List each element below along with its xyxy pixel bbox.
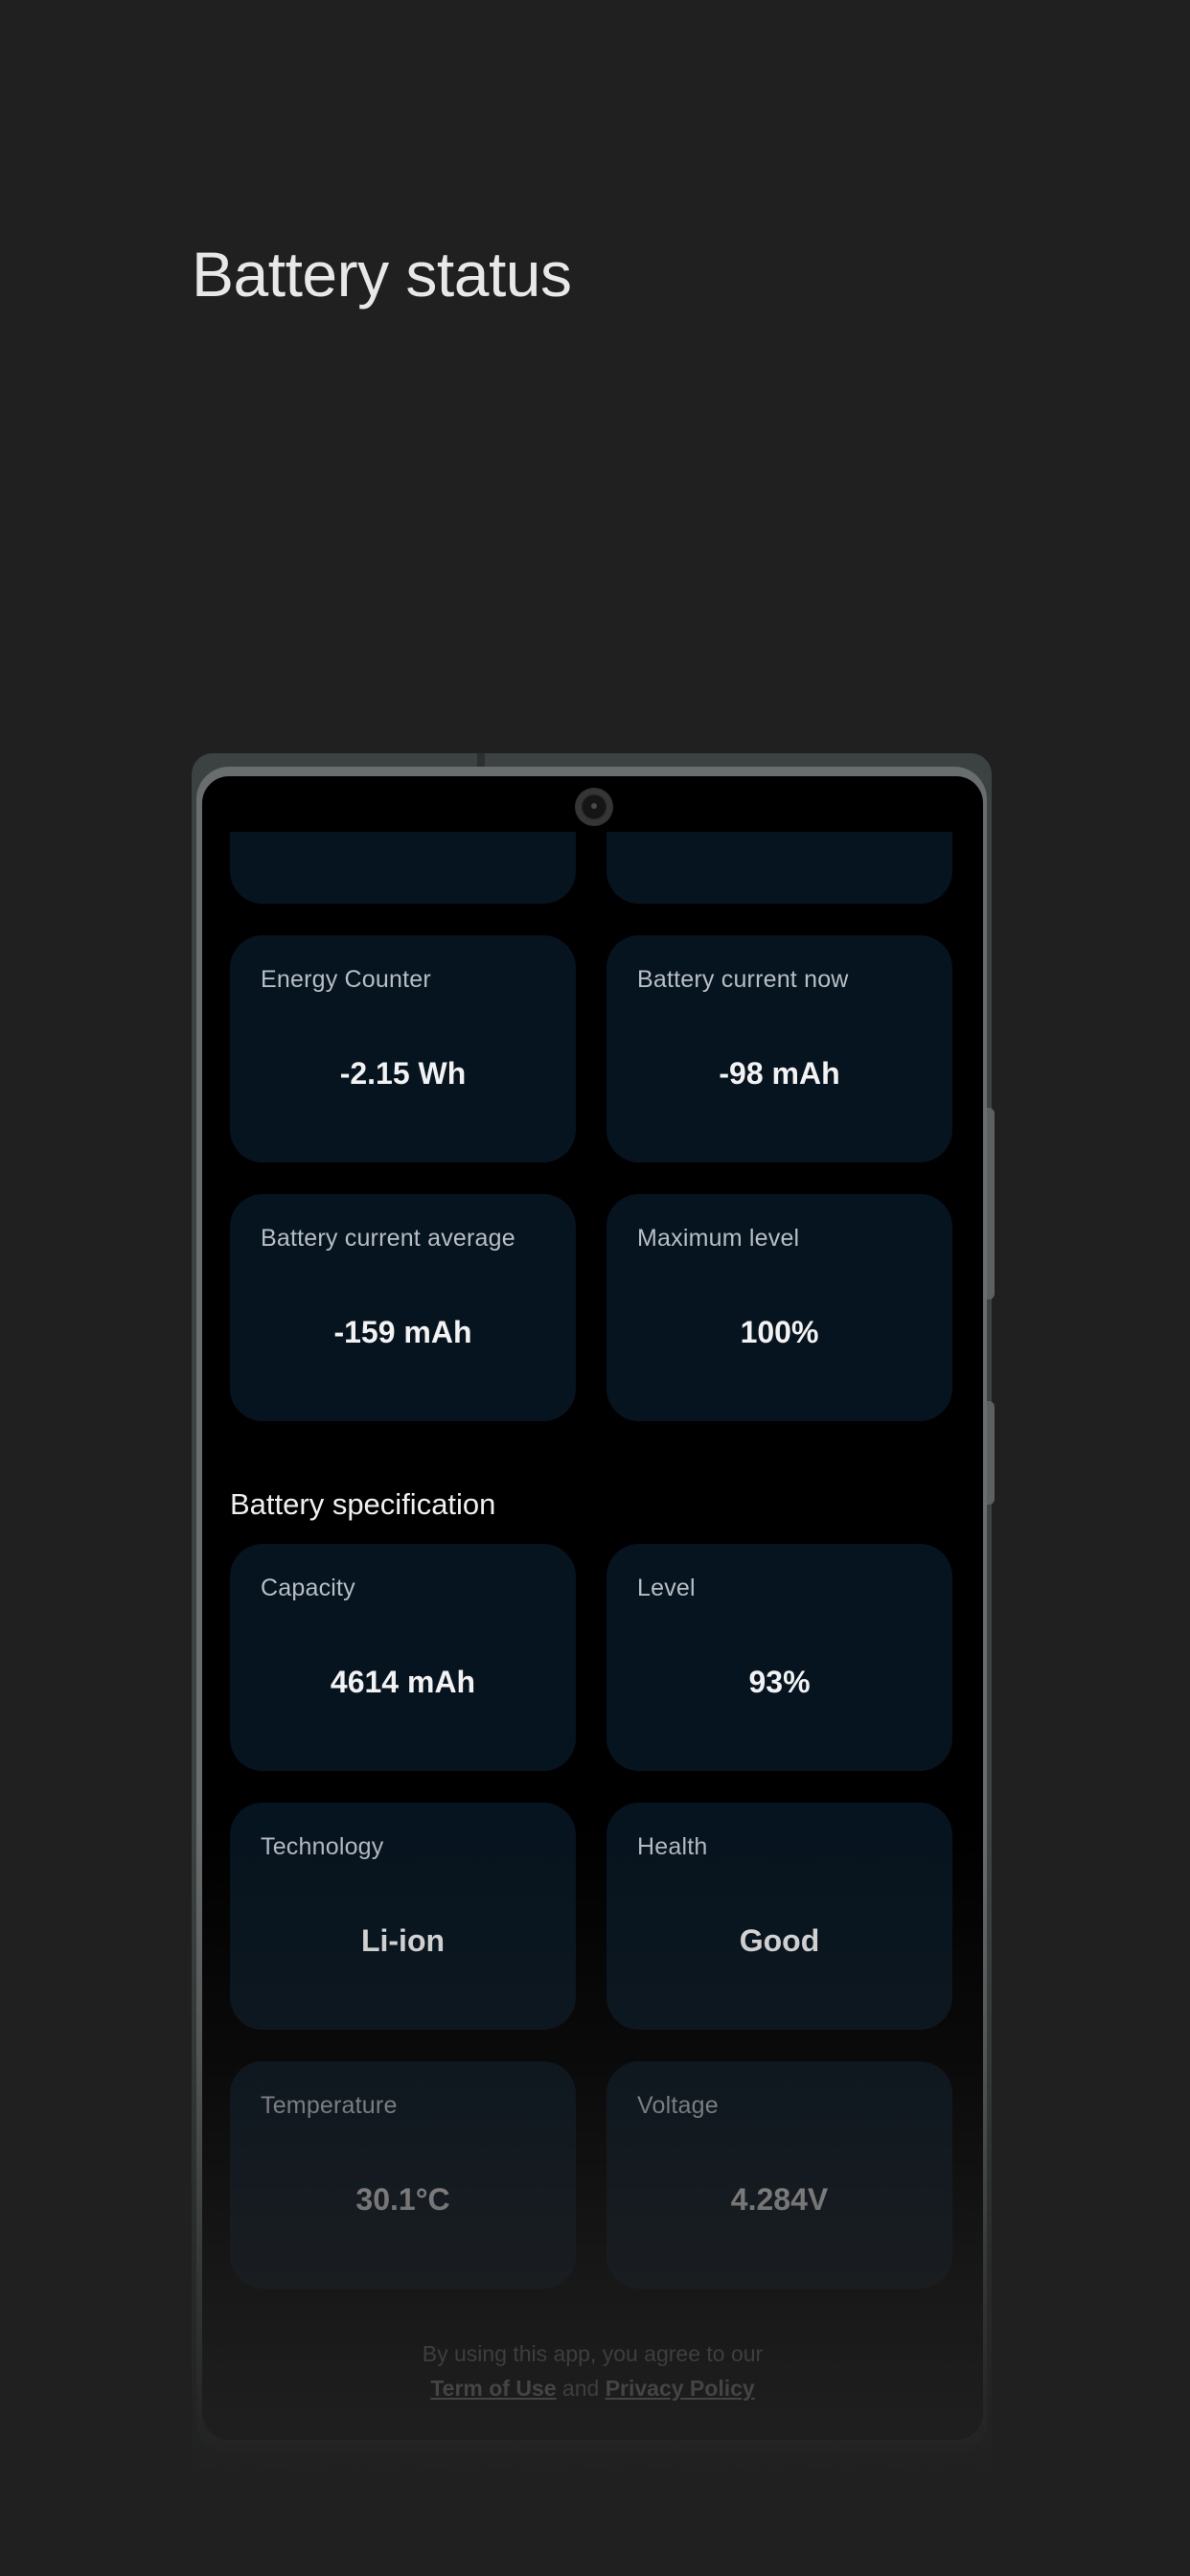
card-value: 100% xyxy=(740,1315,819,1349)
temperature-card: Temperature 30.1°C xyxy=(230,2061,576,2288)
card-label: Voltage xyxy=(637,2092,719,2119)
card-value: 4614 mAh xyxy=(330,1665,476,1699)
phone-antenna-line xyxy=(477,753,485,767)
battery-current-now-card: Battery current now -98 mAh xyxy=(606,935,952,1162)
partial-card-right xyxy=(606,832,952,904)
card-label: Energy Counter xyxy=(261,966,431,993)
card-value: Good xyxy=(739,1923,820,1958)
level-card: Level 93% xyxy=(606,1544,952,1771)
terms-of-use-link[interactable]: Term of Use xyxy=(430,2376,556,2401)
card-label: Maximum level xyxy=(637,1225,800,1252)
footer-links-line: Term of Use and Privacy Policy xyxy=(202,2371,983,2405)
card-value: -159 mAh xyxy=(333,1315,472,1349)
card-label: Capacity xyxy=(261,1575,355,1601)
phone-power-button xyxy=(987,1401,995,1505)
partial-card-left xyxy=(230,832,576,904)
legal-footer: By using this app, you agree to our Term… xyxy=(202,2336,983,2405)
phone-volume-button xyxy=(987,1108,995,1300)
privacy-policy-link[interactable]: Privacy Policy xyxy=(606,2376,755,2401)
technology-card: Technology Li-ion xyxy=(230,1803,576,2030)
battery-current-average-card: Battery current average -159 mAh xyxy=(230,1194,576,1421)
card-value: -2.15 Wh xyxy=(339,1056,467,1091)
card-label: Battery current average xyxy=(261,1225,515,1252)
footer-and-text: and xyxy=(561,2376,600,2401)
card-value: 30.1°C xyxy=(355,2182,450,2217)
card-label: Technology xyxy=(261,1833,384,1860)
card-label: Battery current now xyxy=(637,966,849,993)
card-value: Li-ion xyxy=(360,1923,446,1958)
card-value: 4.284V xyxy=(730,2182,829,2217)
camera-lens xyxy=(591,803,597,809)
energy-counter-card: Energy Counter -2.15 Wh xyxy=(230,935,576,1162)
health-card: Health Good xyxy=(606,1803,952,2030)
capacity-card: Capacity 4614 mAh xyxy=(230,1544,576,1771)
card-label: Level xyxy=(637,1575,696,1601)
footer-agreement-text: By using this app, you agree to our xyxy=(422,2341,764,2366)
maximum-level-card: Maximum level 100% xyxy=(606,1194,952,1421)
card-value: -98 mAh xyxy=(719,1056,840,1091)
card-value: 93% xyxy=(748,1665,811,1699)
voltage-card: Voltage 4.284V xyxy=(606,2061,952,2288)
card-label: Temperature xyxy=(261,2092,398,2119)
page-title: Battery status xyxy=(192,239,572,310)
battery-specification-title: Battery specification xyxy=(230,1487,496,1521)
card-label: Health xyxy=(637,1833,708,1860)
